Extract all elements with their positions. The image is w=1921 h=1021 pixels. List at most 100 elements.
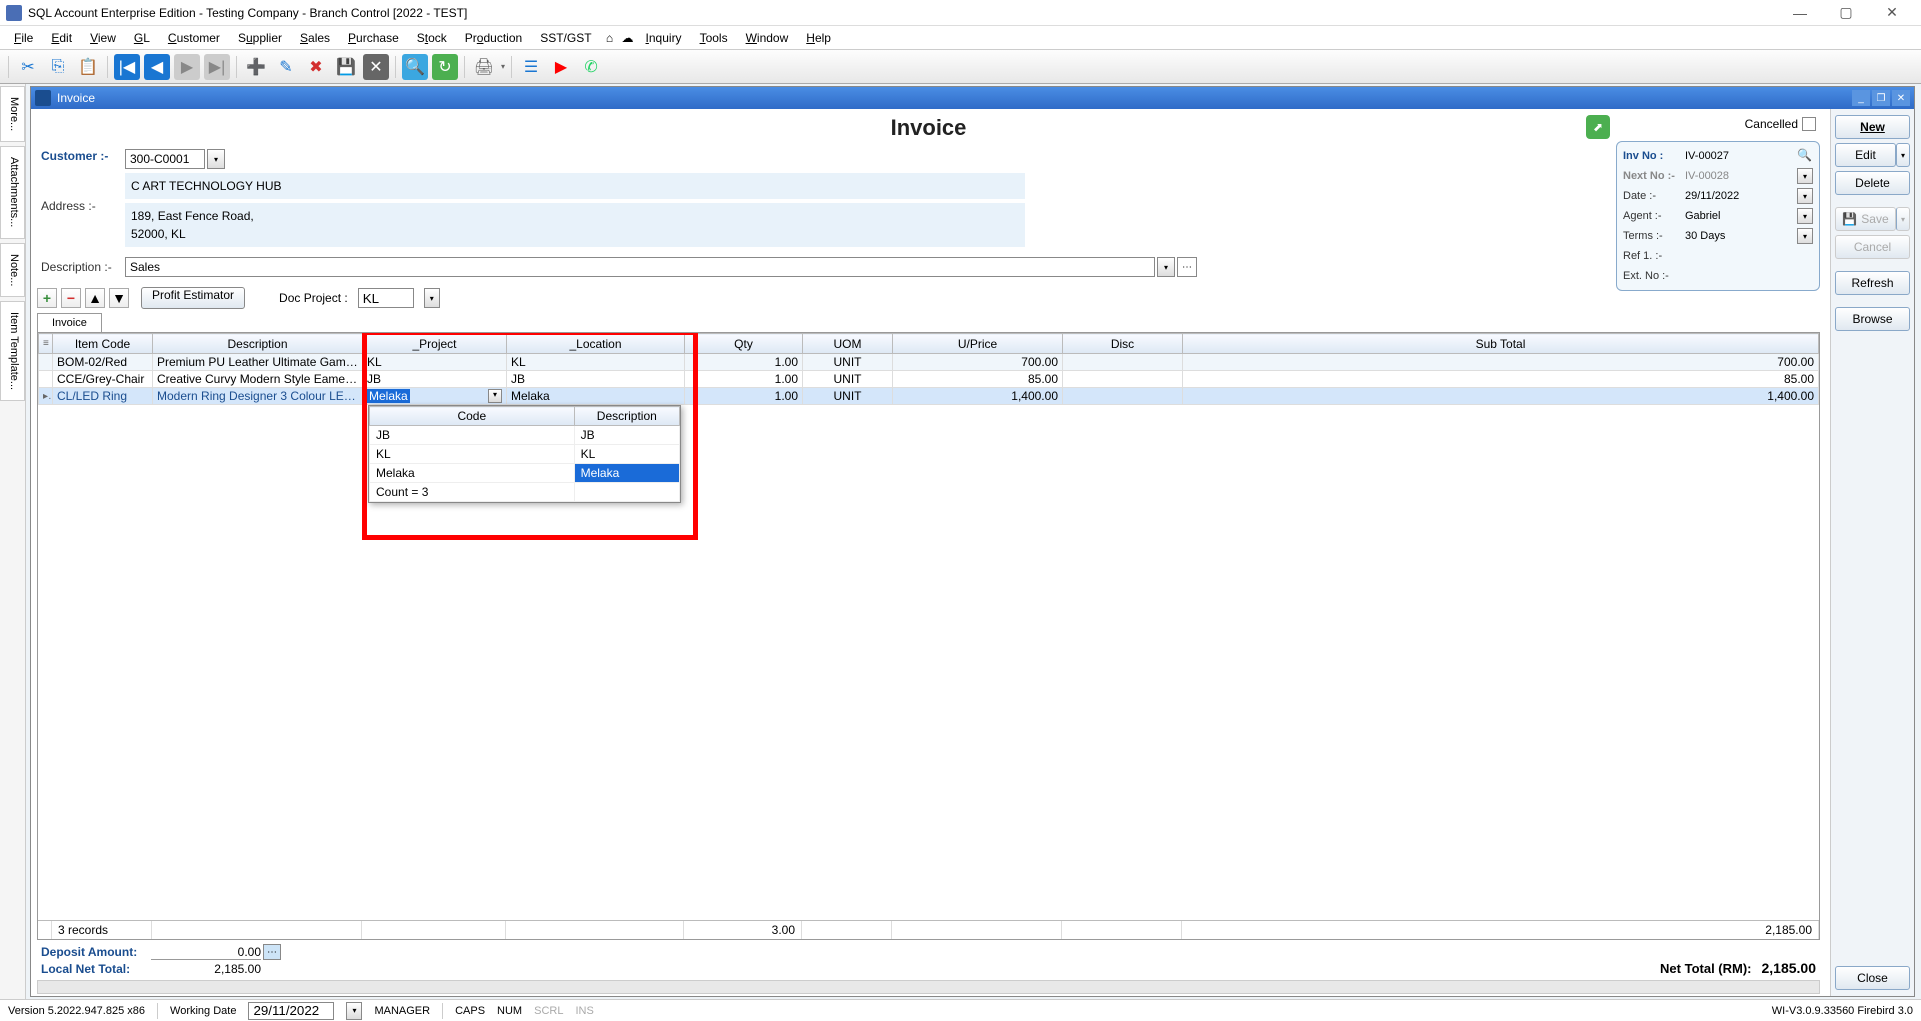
- cut-icon[interactable]: ✂: [15, 54, 41, 80]
- first-button[interactable]: |◀: [114, 54, 140, 80]
- rail-tab-attachments[interactable]: Attachments...: [0, 146, 25, 238]
- terms-value[interactable]: 30 Days: [1685, 230, 1793, 242]
- customer-dropdown-button[interactable]: ▾: [207, 149, 225, 169]
- menu-inquiry[interactable]: Inquiry: [638, 29, 690, 47]
- edit-button[interactable]: Edit: [1835, 143, 1896, 167]
- invoice-minimize-button[interactable]: _: [1852, 90, 1870, 106]
- copy-icon[interactable]: ⎘: [45, 54, 71, 80]
- new-button[interactable]: New: [1835, 115, 1910, 139]
- doc-project-input[interactable]: [358, 288, 414, 308]
- col-indicator[interactable]: ≡: [39, 334, 53, 354]
- dropdown-col-code[interactable]: Code: [370, 407, 575, 426]
- col-description[interactable]: Description: [153, 334, 363, 354]
- close-button[interactable]: ✕: [1877, 3, 1907, 23]
- remove-row-button[interactable]: −: [61, 288, 81, 308]
- list-icon[interactable]: ☰: [518, 54, 544, 80]
- delete-icon[interactable]: ✖: [303, 54, 329, 80]
- menu-supplier[interactable]: Supplier: [230, 29, 290, 47]
- terms-dropdown[interactable]: ▾: [1797, 228, 1813, 244]
- inv-no-value[interactable]: IV-00027: [1685, 150, 1793, 162]
- col-uom[interactable]: UOM: [803, 334, 893, 354]
- date-value[interactable]: 29/11/2022: [1685, 190, 1793, 202]
- status-working-date-input[interactable]: [248, 1002, 334, 1020]
- home-icon[interactable]: ⌂: [602, 30, 618, 46]
- edit-dropdown-button[interactable]: ▾: [1896, 143, 1910, 167]
- invoice-grid[interactable]: ≡ Item Code Description _Project _Locati…: [38, 333, 1819, 405]
- table-row-selected[interactable]: ▸ CL/LED Ring Modern Ring Designer 3 Col…: [39, 388, 1819, 405]
- refresh-icon[interactable]: ↻: [432, 54, 458, 80]
- browse-button[interactable]: Browse: [1835, 307, 1910, 331]
- tab-invoice[interactable]: Invoice: [37, 313, 102, 332]
- next-button[interactable]: ▶: [174, 54, 200, 80]
- minimize-button[interactable]: —: [1785, 3, 1815, 23]
- menu-stock[interactable]: Stock: [409, 29, 455, 47]
- cancelled-checkbox[interactable]: [1802, 117, 1816, 131]
- move-down-button[interactable]: ▼: [109, 288, 129, 308]
- table-row[interactable]: CCE/Grey-Chair Creative Curvy Modern Sty…: [39, 371, 1819, 388]
- youtube-icon[interactable]: ▶: [548, 54, 574, 80]
- menu-purchase[interactable]: Purchase: [340, 29, 407, 47]
- col-uprice[interactable]: U/Price: [893, 334, 1063, 354]
- invoice-restore-button[interactable]: ❐: [1872, 90, 1890, 106]
- status-working-date-dropdown[interactable]: ▾: [346, 1002, 362, 1020]
- dropdown-option[interactable]: JB JB: [370, 426, 680, 445]
- share-button[interactable]: ⬈: [1586, 115, 1610, 139]
- deposit-value[interactable]: 0.00: [151, 945, 261, 960]
- edit-icon[interactable]: ✎: [273, 54, 299, 80]
- menu-sstgst[interactable]: SST/GST: [532, 29, 599, 47]
- rail-tab-more[interactable]: More...: [0, 86, 25, 142]
- col-qty[interactable]: Qty: [685, 334, 803, 354]
- customer-code-input[interactable]: [125, 149, 205, 169]
- bottom-scrollbar[interactable]: [37, 980, 1820, 994]
- prev-button[interactable]: ◀: [144, 54, 170, 80]
- whatsapp-icon[interactable]: ✆: [578, 54, 604, 80]
- col-disc[interactable]: Disc: [1063, 334, 1183, 354]
- date-dropdown[interactable]: ▾: [1797, 188, 1813, 204]
- deposit-more-button[interactable]: ⋯: [263, 944, 281, 960]
- menu-sales[interactable]: Sales: [292, 29, 338, 47]
- search-icon[interactable]: 🔍: [402, 54, 428, 80]
- col-item-code[interactable]: Item Code: [53, 334, 153, 354]
- menu-gl[interactable]: GL: [126, 29, 158, 47]
- inv-no-search-icon[interactable]: 🔍: [1797, 148, 1813, 164]
- menu-customer[interactable]: Customer: [160, 29, 228, 47]
- save-icon[interactable]: 💾: [333, 54, 359, 80]
- print-icon[interactable]: 🖨: [471, 54, 497, 80]
- dropdown-col-desc[interactable]: Description: [574, 407, 679, 426]
- description-input[interactable]: [125, 257, 1155, 277]
- rail-tab-item-template[interactable]: Item Template...: [0, 301, 25, 401]
- project-cell-dropdown-button[interactable]: ▾: [488, 389, 502, 403]
- rail-tab-note[interactable]: Note...: [0, 243, 25, 297]
- last-button[interactable]: ▶|: [204, 54, 230, 80]
- menu-window[interactable]: Window: [738, 29, 797, 47]
- menu-file[interactable]: File: [6, 29, 41, 47]
- move-up-button[interactable]: ▲: [85, 288, 105, 308]
- col-project[interactable]: _Project: [363, 334, 507, 354]
- project-dropdown-popup[interactable]: Code Description JB JB KL KL: [368, 405, 681, 503]
- cancel-icon[interactable]: ✕: [363, 54, 389, 80]
- invoice-close-button[interactable]: ✕: [1892, 90, 1910, 106]
- dropdown-option-selected[interactable]: Melaka Melaka: [370, 464, 680, 483]
- agent-dropdown[interactable]: ▾: [1797, 208, 1813, 224]
- col-subtotal[interactable]: Sub Total: [1183, 334, 1819, 354]
- table-row[interactable]: BOM-02/Red Premium PU Leather Ultimate G…: [39, 354, 1819, 371]
- menu-edit[interactable]: Edit: [43, 29, 80, 47]
- delete-button[interactable]: Delete: [1835, 171, 1910, 195]
- next-no-dropdown[interactable]: ▾: [1797, 168, 1813, 184]
- cloud-icon[interactable]: ☁: [620, 30, 636, 46]
- profit-estimator-button[interactable]: Profit Estimator: [141, 287, 245, 309]
- menu-help[interactable]: Help: [798, 29, 839, 47]
- doc-project-dropdown[interactable]: ▾: [424, 288, 440, 308]
- menu-production[interactable]: Production: [457, 29, 530, 47]
- add-icon[interactable]: ➕: [243, 54, 269, 80]
- paste-icon[interactable]: 📋: [75, 54, 101, 80]
- maximize-button[interactable]: ▢: [1831, 3, 1861, 23]
- agent-value[interactable]: Gabriel: [1685, 210, 1793, 222]
- project-cell-editing[interactable]: Melaka ▾: [363, 388, 507, 405]
- dropdown-option[interactable]: KL KL: [370, 445, 680, 464]
- menu-view[interactable]: View: [82, 29, 124, 47]
- refresh-button[interactable]: Refresh: [1835, 271, 1910, 295]
- menu-tools[interactable]: Tools: [692, 29, 736, 47]
- description-more-button[interactable]: ⋯: [1177, 257, 1197, 277]
- col-location[interactable]: _Location: [507, 334, 685, 354]
